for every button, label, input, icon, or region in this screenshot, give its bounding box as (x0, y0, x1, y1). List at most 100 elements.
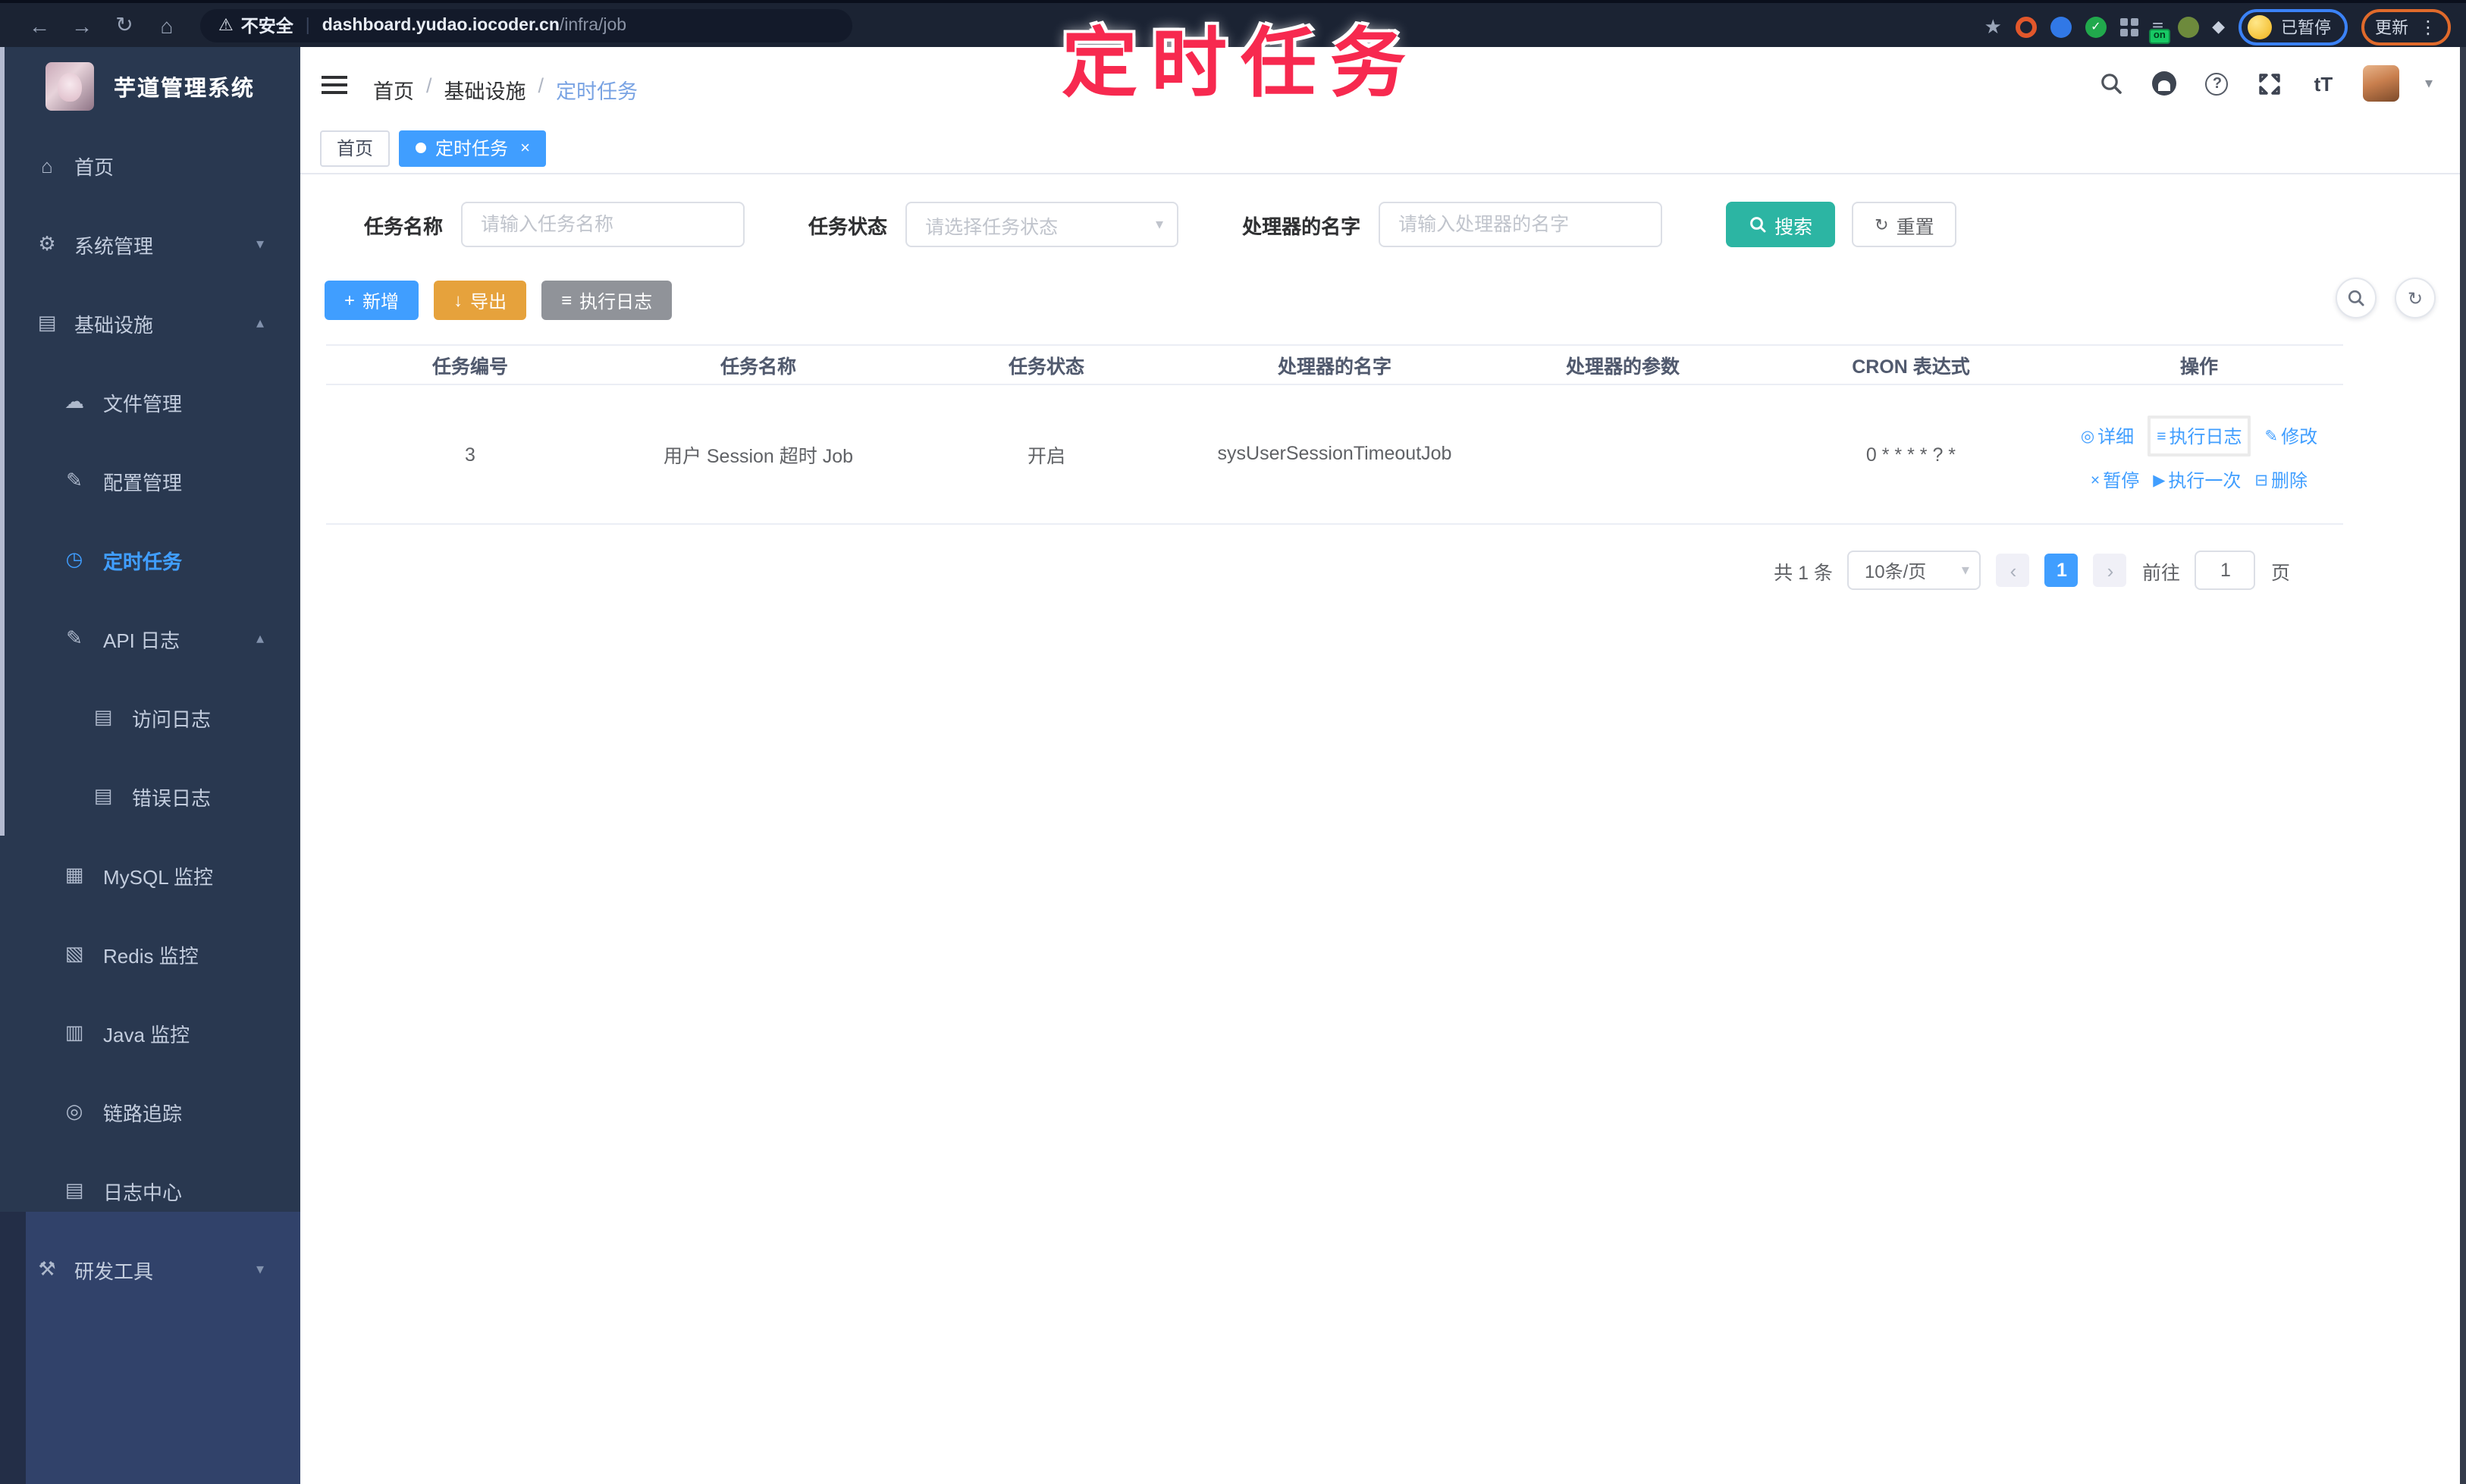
font-size-icon[interactable]: tT (2310, 70, 2337, 97)
extension-check-icon[interactable]: ✓ (2085, 16, 2107, 37)
api-log-icon: ✎ (66, 626, 83, 649)
goto-page-input[interactable] (2195, 551, 2256, 590)
sidebar-menu: ⌂ 首页 ⚙ 系统管理 ▾ ▤ 基础设施 ▴ ☁ 文件管理 ✎ 配置管理 ◷ 定… (0, 126, 300, 1230)
run-once-link[interactable]: ▶ 执行一次 (2153, 467, 2241, 493)
fullscreen-icon[interactable] (2257, 70, 2284, 97)
browser-reload-icon[interactable]: ↻ (103, 12, 146, 38)
reset-button[interactable]: ↻ 重置 (1852, 202, 1957, 247)
avatar-caret-icon[interactable]: ▾ (2425, 75, 2433, 92)
update-button[interactable]: 更新 (2375, 14, 2408, 39)
download-icon: ↓ (453, 290, 463, 311)
status-placeholder: 请选择任务状态 (925, 216, 1059, 237)
extension-stack-icon[interactable]: ≡ on (2148, 15, 2170, 44)
doc-icon: ▤ (93, 705, 113, 728)
search-icon[interactable] (2097, 70, 2125, 97)
handler-input[interactable] (1379, 202, 1663, 247)
sidebar-item-redis[interactable]: ▧ Redis 监控 (0, 915, 300, 993)
extension-drop-icon[interactable] (2050, 16, 2072, 37)
pause-link[interactable]: × 暂停 (2091, 467, 2139, 493)
detail-link[interactable]: ◎ 详细 (2081, 423, 2134, 449)
extension-orange-icon[interactable] (2015, 16, 2037, 37)
sidebar-item-trace[interactable]: ◎ 链路追踪 (0, 1072, 300, 1151)
col-cron: CRON 表达式 (1852, 356, 1970, 378)
sidebar-item-devtools[interactable]: ⚒ 研发工具 ▾ (0, 1230, 300, 1309)
job-table: 任务编号 任务名称 任务状态 处理器的名字 处理器的参数 CRON 表达式 操作… (326, 344, 2343, 525)
name-input[interactable] (461, 202, 745, 247)
edit-icon: ✎ (66, 469, 83, 491)
sidebar-item-job[interactable]: ◷ 定时任务 (0, 520, 300, 599)
app-title: 芋道管理系统 (114, 77, 255, 101)
browser-forward-icon[interactable]: → (61, 13, 103, 37)
sidebar-item-home[interactable]: ⌂ 首页 (0, 126, 300, 205)
browser-home-icon[interactable]: ⌂ (146, 13, 188, 37)
col-job-name: 任务名称 (720, 356, 796, 378)
sidebar-item-java[interactable]: ▥ Java 监控 (0, 993, 300, 1072)
breadcrumb-home[interactable]: 首页 (373, 74, 414, 105)
edit-link[interactable]: ✎ 修改 (2265, 423, 2318, 449)
tag-home[interactable]: 首页 (320, 130, 391, 166)
col-job-status: 任务状态 (1008, 356, 1084, 378)
app-logo-row: 芋道管理系统 (0, 56, 300, 117)
name-label: 任务名称 (364, 215, 444, 237)
next-page-button[interactable]: › (2093, 554, 2127, 587)
active-dot-icon (416, 143, 427, 153)
job-log-button[interactable]: ≡ 执行日志 (541, 281, 673, 320)
search-button[interactable]: 搜索 (1726, 202, 1836, 247)
tag-close-icon[interactable]: × (520, 139, 530, 157)
prev-page-button[interactable]: ‹ (1996, 554, 2030, 587)
delete-link[interactable]: ⊟ 删除 (2254, 467, 2308, 493)
cell-actions: ◎ 详细 ≡ 执行日志 ✎ 修改 × 暂停 ▶ 执行一次 ⊟ 删除 (2055, 416, 2343, 493)
sidebar-item-error-log[interactable]: ▤ 错误日志 (0, 757, 300, 836)
emoji-avatar-icon[interactable] (2248, 14, 2272, 39)
sidebar-item-log-center[interactable]: ▤ 日志中心 (0, 1151, 300, 1230)
sidebar-item-system[interactable]: ⚙ 系统管理 ▾ (0, 205, 300, 284)
extension-pin-icon[interactable]: ◆ (2212, 17, 2225, 36)
edit-label: 修改 (2281, 426, 2318, 447)
tag-job-active[interactable]: 定时任务 × (399, 130, 547, 166)
security-label[interactable]: 不安全 (241, 13, 293, 37)
sidebar-item-access-log[interactable]: ▤ 访问日志 (0, 678, 300, 757)
pagination: 共 1 条 10条/页 ▾ ‹ 1 › 前往 页 (1774, 551, 2290, 590)
sidebar-collapse-icon[interactable] (322, 76, 347, 96)
sidebar-item-label: 文件管理 (103, 392, 183, 415)
github-icon[interactable] (2151, 70, 2178, 97)
url-path: /infra/job (559, 16, 627, 34)
sidebar-item-file[interactable]: ☁ 文件管理 (0, 362, 300, 441)
table-tools: ↻ (2336, 278, 2436, 318)
export-button[interactable]: ↓ 导出 (434, 281, 527, 320)
extension-leaf-icon[interactable] (2177, 16, 2199, 37)
status-select[interactable]: 请选择任务状态 ▾ (905, 202, 1179, 247)
window-scrollbar[interactable] (2460, 47, 2466, 1484)
sidebar-item-mysql[interactable]: ▦ MySQL 监控 (0, 836, 300, 915)
sidebar-item-label: 配置管理 (103, 471, 183, 494)
annotation-title: 定时任务 (1062, 21, 1420, 106)
page-size-select[interactable]: 10条/页 ▾ (1847, 551, 1981, 590)
gear-icon: ⚙ (38, 232, 56, 255)
address-bar[interactable]: ⚠ 不安全 | dashboard.yudao.iocoder.cn/infra… (200, 8, 852, 42)
database-icon: ▦ (64, 863, 84, 886)
search-label: 搜索 (1774, 216, 1813, 237)
chevron-down-icon: ▾ (256, 1261, 264, 1278)
extension-grid-icon[interactable] (2119, 17, 2138, 36)
toggle-search-button[interactable] (2336, 278, 2377, 318)
browser-back-icon[interactable]: ← (18, 13, 61, 37)
refresh-table-button[interactable]: ↻ (2395, 278, 2436, 318)
status-label: 任务状态 (808, 215, 888, 237)
tag-label: 定时任务 (435, 138, 509, 159)
add-button[interactable]: + 新增 (325, 281, 419, 320)
job-log-label: 执行日志 (579, 290, 653, 312)
bookmark-star-icon[interactable]: ★ (1984, 14, 2002, 39)
browser-menu-icon[interactable]: ⋮ (2419, 16, 2437, 37)
total-count: 共 1 条 (1774, 562, 1833, 583)
help-icon[interactable]: ? (2204, 70, 2231, 97)
user-avatar[interactable] (2362, 65, 2399, 102)
sidebar-item-config[interactable]: ✎ 配置管理 (0, 441, 300, 520)
play-icon: ▶ (2153, 471, 2166, 489)
row-job-log-link[interactable]: ≡ 执行日志 (2148, 416, 2251, 456)
sidebar-item-infra[interactable]: ▤ 基础设施 ▴ (0, 284, 300, 362)
breadcrumb-current: 定时任务 (556, 80, 638, 103)
run-once-label: 执行一次 (2168, 470, 2242, 491)
breadcrumb-infra[interactable]: 基础设施 (444, 74, 526, 105)
page-1-button[interactable]: 1 (2044, 554, 2079, 587)
sidebar-item-api-log[interactable]: ✎ API 日志 ▴ (0, 599, 300, 678)
